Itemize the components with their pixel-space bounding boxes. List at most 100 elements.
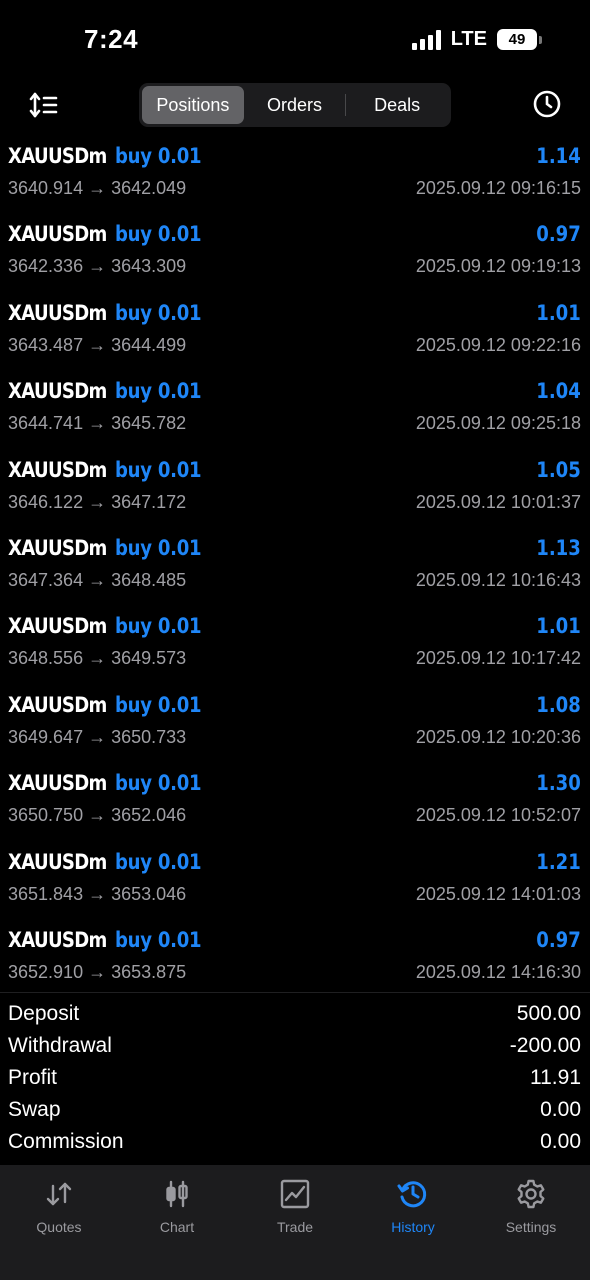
deal-symbol: XAUUSDm	[8, 849, 107, 874]
deal-prices: 3651.843 → 3653.046	[8, 883, 187, 904]
summary-row-withdrawal: Withdrawal -200.00	[8, 1030, 581, 1062]
battery-icon: 49	[497, 29, 542, 50]
deal-symbol: XAUUSDm	[8, 379, 107, 404]
history-icon	[397, 1181, 427, 1208]
deal-side-volume: buy 0.01	[114, 144, 202, 168]
deal-profit: 1.01	[536, 300, 581, 325]
deal-time: 2025.09.12 09:16:15	[415, 178, 581, 198]
deal-time: 2025.09.12 10:17:42	[415, 648, 581, 669]
summary-label: Deposit	[8, 1002, 80, 1025]
network-type: LTE	[450, 28, 487, 50]
deal-time: 2025.09.12 14:16:30	[415, 961, 581, 982]
deal-row[interactable]: XAUUSDm buy 0.01 0.97 3652.910 → 3653.875…	[0, 922, 590, 1000]
deal-profit: 1.01	[536, 614, 581, 639]
deal-symbol: XAUUSDm	[8, 771, 107, 796]
deal-profit: 1.21	[536, 849, 581, 874]
summary-value: 0.00	[540, 1098, 581, 1121]
deal-prices: 3652.910 → 3653.875	[8, 961, 187, 982]
deal-symbol: XAUUSDm	[8, 222, 107, 247]
deal-time: 2025.09.12 09:22:16	[415, 334, 581, 355]
status-indicators: LTE 49	[411, 28, 542, 51]
tab-label: Settings	[505, 1219, 557, 1235]
summary-value: -200.00	[509, 1034, 581, 1057]
bottom-tab-bar: Quotes Chart Trade History Settings	[0, 1165, 590, 1280]
tab-history[interactable]: History	[354, 1165, 472, 1280]
deal-row[interactable]: XAUUSDm buy 0.01 1.21 3651.843 → 3653.046…	[0, 844, 590, 922]
summary-value: 0.00	[540, 1130, 581, 1153]
deal-time: 2025.09.12 09:19:13	[415, 256, 581, 277]
deal-profit: 1.05	[536, 457, 581, 482]
deal-time: 2025.09.12 14:01:03	[415, 883, 581, 904]
deal-prices: 3640.914 → 3642.049	[8, 178, 187, 198]
deal-profit: 0.97	[536, 222, 581, 247]
deal-symbol: XAUUSDm	[8, 457, 107, 482]
deal-prices: 3650.750 → 3652.046	[8, 805, 187, 826]
deal-side-volume: buy 0.01	[114, 614, 202, 639]
deal-symbol: XAUUSDm	[8, 535, 107, 560]
deal-time: 2025.09.12 10:20:36	[415, 726, 581, 747]
clock-icon[interactable]	[532, 89, 562, 119]
deal-prices: 3644.741 → 3645.782	[8, 413, 187, 434]
tab-label: Chart	[159, 1219, 195, 1235]
deal-row[interactable]: XAUUSDm buy 0.01 1.01 3643.487 → 3644.499…	[0, 295, 590, 373]
deal-row[interactable]: XAUUSDm buy 0.01 1.04 3644.741 → 3645.782…	[0, 373, 590, 451]
status-time: 7:24	[84, 24, 139, 54]
tab-deals[interactable]: Deals	[346, 86, 448, 124]
deal-symbol: XAUUSDm	[8, 144, 107, 168]
deal-prices: 3643.487 → 3644.499	[8, 334, 187, 355]
history-toolbar: Positions Orders Deals	[0, 80, 590, 132]
deal-profit: 1.30	[536, 771, 581, 796]
summary-label: Swap	[8, 1098, 61, 1121]
deal-row[interactable]: XAUUSDm buy 0.01 1.05 3646.122 → 3647.172…	[0, 452, 590, 530]
summary-label: Profit	[8, 1066, 58, 1089]
tab-label: Quotes	[36, 1219, 82, 1235]
tab-orders[interactable]: Orders	[244, 86, 346, 124]
deal-side-volume: buy 0.01	[114, 535, 202, 560]
deal-side-volume: buy 0.01	[114, 379, 202, 404]
summary-value: 11.91	[530, 1066, 581, 1089]
summary-row-deposit: Deposit 500.00	[8, 998, 581, 1030]
status-bar: 7:24 LTE 49	[0, 0, 590, 80]
deal-symbol: XAUUSDm	[8, 614, 107, 639]
tab-quotes[interactable]: Quotes	[0, 1165, 118, 1280]
deal-prices: 3647.364 → 3648.485	[8, 569, 187, 590]
deal-row[interactable]: XAUUSDm buy 0.01 1.08 3649.647 → 3650.733…	[0, 687, 590, 765]
summary-value: 500.00	[516, 1002, 581, 1025]
tab-chart[interactable]: Chart	[118, 1165, 236, 1280]
deal-row[interactable]: XAUUSDm buy 0.01 1.13 3647.364 → 3648.485…	[0, 530, 590, 608]
deal-side-volume: buy 0.01	[114, 849, 202, 874]
deal-profit: 1.14	[536, 144, 581, 168]
deal-symbol: XAUUSDm	[8, 927, 107, 952]
deal-row[interactable]: XAUUSDm buy 0.01 0.97 3642.336 → 3643.309…	[0, 216, 590, 294]
tab-positions[interactable]: Positions	[142, 86, 244, 124]
deal-profit: 0.97	[536, 927, 581, 952]
deal-side-volume: buy 0.01	[114, 222, 202, 247]
sort-icon[interactable]	[28, 90, 60, 120]
deal-symbol: XAUUSDm	[8, 300, 107, 325]
deal-time: 2025.09.12 10:16:43	[415, 569, 581, 590]
tab-settings[interactable]: Settings	[472, 1165, 590, 1280]
deal-time: 2025.09.12 10:01:37	[415, 491, 581, 512]
deal-row[interactable]: XAUUSDm buy 0.01 1.14 3640.914 → 3642.049…	[0, 138, 590, 216]
summary-label: Commission	[8, 1130, 124, 1153]
deal-symbol: XAUUSDm	[8, 692, 107, 717]
deal-profit: 1.08	[536, 692, 581, 717]
deal-prices: 3648.556 → 3649.573	[8, 648, 187, 669]
deal-time: 2025.09.12 10:52:07	[415, 805, 581, 826]
deal-side-volume: buy 0.01	[114, 300, 202, 325]
deal-side-volume: buy 0.01	[114, 771, 202, 796]
tab-label: Trade	[276, 1219, 314, 1235]
summary-label: Withdrawal	[8, 1034, 112, 1057]
deal-row[interactable]: XAUUSDm buy 0.01 1.01 3648.556 → 3649.573…	[0, 608, 590, 686]
deal-row[interactable]: XAUUSDm buy 0.01 1.30 3650.750 → 3652.046…	[0, 765, 590, 843]
deals-list: XAUUSDm buy 0.01 1.14 3640.914 → 3642.049…	[0, 138, 590, 1000]
deal-side-volume: buy 0.01	[114, 692, 202, 717]
deal-profit: 1.04	[536, 379, 581, 404]
deal-profit: 1.13	[536, 535, 581, 560]
tab-trade[interactable]: Trade	[236, 1165, 354, 1280]
deal-prices: 3646.122 → 3647.172	[8, 491, 187, 512]
tab-label: History	[391, 1219, 435, 1235]
deal-prices: 3649.647 → 3650.733	[8, 726, 187, 747]
trade-icon	[280, 1179, 310, 1209]
summary-row-profit: Profit 11.91	[8, 1062, 581, 1094]
